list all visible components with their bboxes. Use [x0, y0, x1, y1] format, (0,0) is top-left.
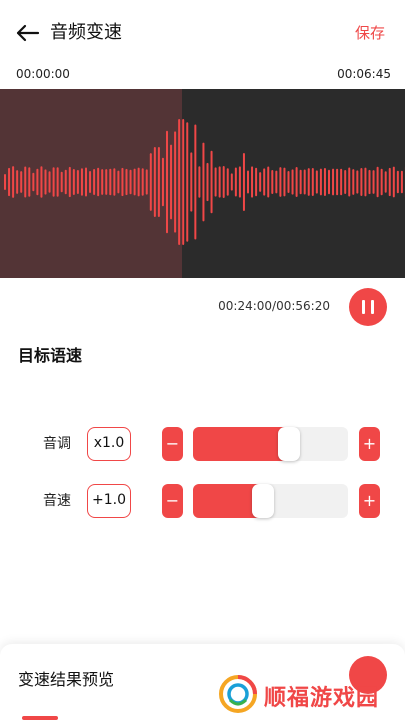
speed-minus-button[interactable]: −	[162, 484, 183, 518]
pitch-plus-button[interactable]: +	[359, 427, 380, 461]
pitch-slider-knob[interactable]	[278, 427, 300, 461]
preview-title: 变速结果预览	[18, 670, 115, 689]
timeline-start-time: 00:00:00	[16, 67, 70, 81]
waveform-view[interactable]	[0, 89, 405, 278]
timeline-end-time: 00:06:45	[337, 67, 391, 81]
pitch-value-box[interactable]: x1.0	[87, 427, 131, 461]
playback-progress-time: 00:24:00/00:56:20	[218, 299, 330, 313]
pitch-label: 音调	[43, 436, 71, 452]
speed-value-box[interactable]: +1.0	[87, 484, 131, 518]
pause-button[interactable]	[349, 288, 387, 326]
arrow-left-icon[interactable]	[14, 20, 40, 46]
save-button[interactable]: 保存	[355, 22, 385, 44]
watermark-logo-icon	[219, 675, 257, 713]
pitch-minus-button[interactable]: −	[162, 427, 183, 461]
preview-accent-line	[22, 716, 58, 720]
waveform-graphic	[4, 119, 405, 245]
page-title: 音频变速	[50, 22, 122, 43]
speed-plus-button[interactable]: +	[359, 484, 380, 518]
pitch-slider-fill	[193, 427, 289, 461]
target-speed-title: 目标语速	[18, 346, 83, 365]
watermark: 顺福游戏园	[216, 672, 396, 716]
header-bar: 音频变速 保存	[0, 0, 405, 64]
watermark-text: 顺福游戏园	[264, 686, 380, 711]
speed-slider-knob[interactable]	[252, 484, 274, 518]
speed-slider[interactable]	[193, 484, 348, 518]
speed-label: 音速	[43, 493, 71, 509]
pitch-slider[interactable]	[193, 427, 348, 461]
